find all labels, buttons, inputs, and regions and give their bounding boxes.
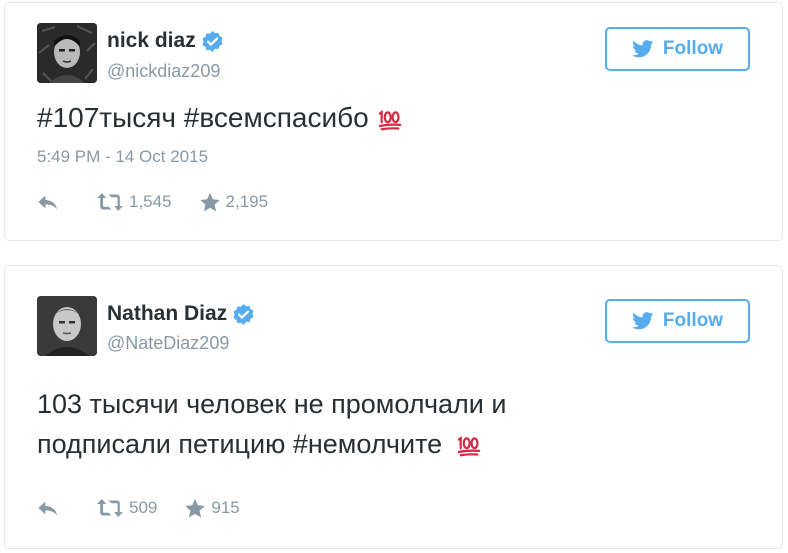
retweet-count: 1,545	[129, 192, 172, 211]
name-row: Nathan Diaz	[107, 302, 254, 326]
twitter-bird-icon	[632, 312, 654, 330]
hundred-points-emoji-icon	[377, 108, 403, 132]
display-name[interactable]: nick diaz	[107, 29, 196, 53]
timestamp[interactable]: 5:49 PM - 14 Oct 2015	[37, 147, 208, 167]
tweet-card: nick diaz @nickdiaz209 Follow #107тысяч …	[4, 2, 783, 241]
verified-badge-icon	[202, 31, 223, 52]
name-row: nick diaz	[107, 29, 223, 53]
tweet-text-content: #107тысяч #всемспасибо	[37, 102, 369, 133]
star-icon	[200, 193, 220, 212]
retweet-icon	[97, 499, 123, 517]
tweet-card: Nathan Diaz @NateDiaz209 Follow 103 тыся…	[4, 265, 783, 549]
star-icon	[185, 499, 205, 518]
reply-button[interactable]	[37, 194, 59, 211]
username-handle[interactable]: @nickdiaz209	[107, 61, 220, 82]
reply-button[interactable]	[37, 500, 59, 517]
retweet-count: 509	[129, 498, 158, 517]
follow-button[interactable]: Follow	[605, 27, 750, 71]
tweet-text-line: 103 тысячи человек не промолчали и	[37, 389, 507, 419]
tweet-text: 103 тысячи человек не промолчали и подпи…	[37, 384, 506, 464]
retweet-icon	[97, 193, 123, 211]
twitter-bird-icon	[632, 40, 654, 58]
favorite-button[interactable]: 2,195	[200, 192, 269, 212]
tweet-text-line: подписали петицию #немолчите	[37, 424, 506, 464]
retweet-button[interactable]: 1,545	[97, 192, 172, 212]
tweet-actions: 509 915	[37, 498, 240, 518]
favorite-count: 2,195	[225, 192, 269, 211]
hundred-points-emoji-icon	[456, 434, 482, 458]
avatar[interactable]	[37, 23, 97, 83]
display-name[interactable]: Nathan Diaz	[107, 302, 227, 326]
username-handle[interactable]: @NateDiaz209	[107, 333, 229, 354]
follow-button-label: Follow	[662, 310, 724, 331]
follow-button[interactable]: Follow	[605, 299, 750, 343]
tweet-text: #107тысяч #всемспасибо	[37, 97, 403, 139]
tweet-actions: 1,545 2,195	[37, 192, 268, 212]
avatar[interactable]	[37, 296, 97, 356]
favorite-button[interactable]: 915	[185, 498, 240, 518]
verified-badge-icon	[233, 304, 254, 325]
retweet-button[interactable]: 509	[97, 498, 157, 518]
reply-icon	[37, 500, 59, 517]
reply-icon	[37, 194, 59, 211]
follow-button-label: Follow	[662, 38, 724, 59]
favorite-count: 915	[211, 498, 240, 517]
tweet-text-content: подписали петицию #немолчите	[37, 429, 443, 459]
